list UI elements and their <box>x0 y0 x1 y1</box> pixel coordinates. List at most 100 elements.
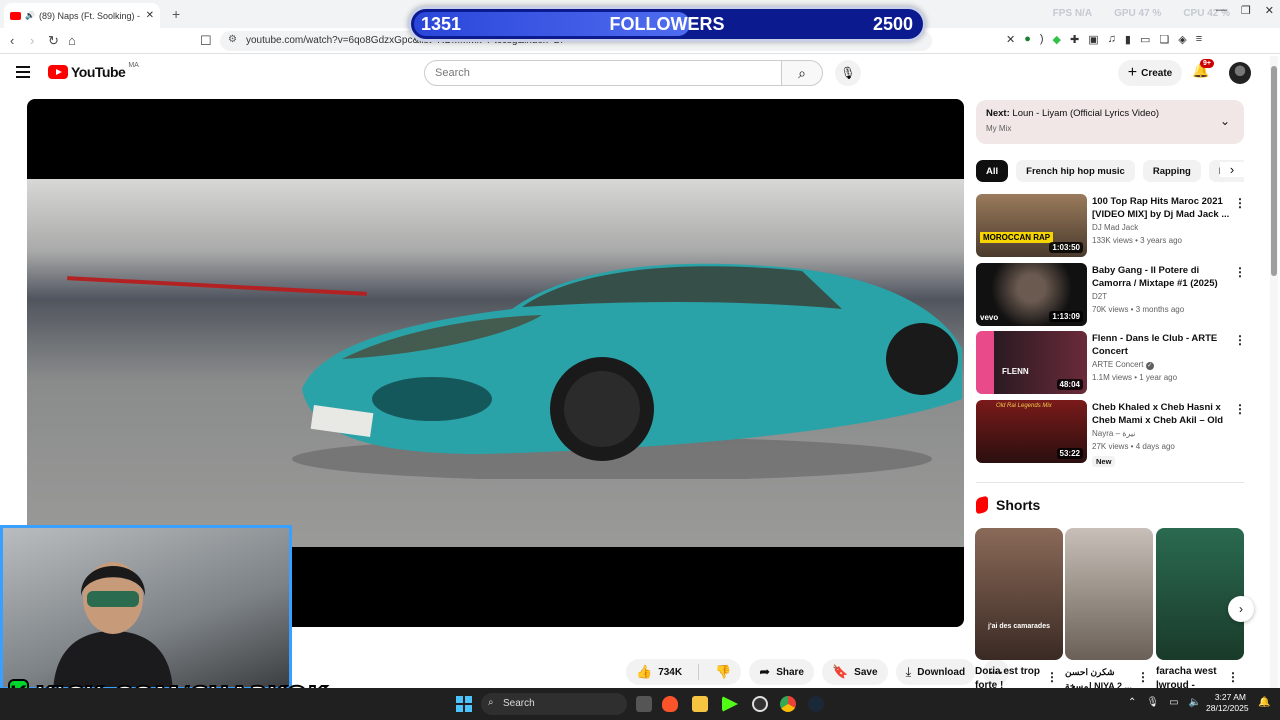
steam-icon[interactable] <box>808 696 824 712</box>
more-vertical-icon[interactable]: ⋮ <box>1137 670 1149 684</box>
video-meta: 27K views • 4 days ago <box>1092 442 1175 451</box>
list-item[interactable]: FLENN 48:04 Flenn - Dans le Club - ARTE … <box>976 331 1246 395</box>
channel-name[interactable]: D2T <box>1092 292 1107 301</box>
wallet-icon[interactable]: ▭ <box>1140 33 1150 46</box>
obs-icon[interactable] <box>752 696 768 712</box>
file-explorer-icon[interactable] <box>692 696 708 712</box>
voice-search-button[interactable]: 🎙 <box>835 60 861 86</box>
windows-start-icon[interactable] <box>456 696 472 712</box>
video-thumbnail[interactable]: MOROCCAN RAP 1:03:50 <box>976 194 1087 257</box>
fps-stat: FPS N/A <box>1052 8 1093 19</box>
video-title[interactable]: Cheb Khaled x Cheb Hasni x Cheb Mami x C… <box>1092 401 1232 427</box>
taskbar-search[interactable]: ⌕ Search <box>481 693 627 715</box>
brave-browser-icon[interactable] <box>662 696 678 712</box>
video-thumbnail[interactable]: Old Rai Legends Mix 53:22 <box>976 400 1087 463</box>
puzzle-extension-icon[interactable]: ✚ <box>1070 33 1079 46</box>
short-thumbnail[interactable] <box>1065 528 1153 660</box>
thumb-label: vevo <box>980 313 999 322</box>
avatar[interactable] <box>1229 62 1251 84</box>
hamburger-menu-icon[interactable] <box>16 66 30 78</box>
new-tab-button[interactable]: + <box>172 6 180 22</box>
notification-center-icon[interactable]: 🔔 <box>1258 697 1270 708</box>
next-up-panel[interactable]: Next: Loun - Liyam (Official Lyrics Vide… <box>976 100 1244 144</box>
volume-icon[interactable]: 🔈 <box>1189 697 1201 708</box>
channel-name[interactable]: Nayra – نيرة <box>1092 429 1135 438</box>
microphone-icon: 🎙 <box>840 66 856 80</box>
channel-name[interactable]: ARTE Concert ✓ <box>1092 360 1154 370</box>
bookmark-icon[interactable]: ☐ <box>200 33 212 49</box>
short-thumbnail[interactable]: j'ai des camarades <box>975 528 1063 660</box>
youtube-logo[interactable]: YouTube MA <box>48 62 139 80</box>
filter-chips: All French hip hop music Rapping Relate <box>976 160 1244 182</box>
more-vertical-icon[interactable]: ⋮ <box>1234 402 1246 416</box>
collections-icon[interactable]: ❏ <box>1159 33 1169 46</box>
chevron-right-icon[interactable]: › <box>1220 162 1244 177</box>
system-tray: ⌃ 🎙 ▭ 🔈 <box>1128 697 1201 708</box>
chip-all[interactable]: All <box>976 160 1009 182</box>
list-item[interactable]: MOROCCAN RAP 1:03:50 100 Top Rap Hits Ma… <box>976 194 1246 258</box>
reload-icon[interactable]: ↻ <box>48 33 59 49</box>
task-view-icon[interactable] <box>636 696 652 712</box>
site-info-icon[interactable]: ⚙ <box>228 34 237 45</box>
wifi-extension-icon[interactable]: ) <box>1040 33 1044 46</box>
dislike-button[interactable]: 👎 <box>705 659 741 685</box>
minimize-icon[interactable]: — <box>1216 4 1227 17</box>
list-item[interactable]: vevo 1:13:09 Baby Gang - Il Potere di Ca… <box>976 263 1246 327</box>
browser-tab[interactable]: 🔊 (89) Naps (Ft. Soolking) - Favi ✕ <box>4 3 160 28</box>
video-title[interactable]: 100 Top Rap Hits Maroc 2021 [VIDEO MIX] … <box>1092 195 1232 221</box>
music-icon[interactable]: ♫ <box>1108 33 1116 46</box>
chip-rapping[interactable]: Rapping <box>1142 160 1201 182</box>
shorts-heading: Shorts <box>976 495 1040 515</box>
short-thumbnail[interactable] <box>1156 528 1244 660</box>
notifications-button[interactable]: 🔔 9+ <box>1192 59 1214 79</box>
x-extension-icon[interactable]: ✕ <box>1006 33 1015 46</box>
tray-overflow-icon[interactable]: ⌃ <box>1128 697 1136 708</box>
more-vertical-icon[interactable]: ⋮ <box>1227 670 1239 684</box>
verified-icon: ✓ <box>1145 362 1154 370</box>
back-icon[interactable]: ‹ <box>10 33 14 48</box>
like-button[interactable]: 👍 734K <box>626 659 692 685</box>
microphone-tray-icon[interactable]: 🎙 <box>1146 697 1159 708</box>
home-icon[interactable]: ⌂ <box>68 33 76 48</box>
screenshot-extension-icon[interactable]: ▣ <box>1088 33 1098 46</box>
close-window-icon[interactable]: ✕ <box>1265 4 1274 17</box>
download-label: Download <box>917 666 966 678</box>
close-tab-icon[interactable]: ✕ <box>146 10 154 21</box>
more-vertical-icon[interactable]: ⋮ <box>1046 670 1058 684</box>
network-icon[interactable]: ▭ <box>1169 697 1178 708</box>
plus-icon: + <box>1127 64 1138 81</box>
channel-name[interactable]: DJ Mad Jack <box>1092 223 1138 232</box>
chip-french-hip-hop[interactable]: French hip hop music <box>1016 160 1135 182</box>
save-button[interactable]: 🔖 Save <box>821 659 888 685</box>
green-extension-icon[interactable]: ● <box>1024 33 1031 46</box>
video-thumbnail[interactable]: vevo 1:13:09 <box>976 263 1087 326</box>
more-vertical-icon[interactable]: ⋮ <box>1234 265 1246 279</box>
more-vertical-icon[interactable]: ⋮ <box>1234 196 1246 210</box>
forward-icon[interactable]: › <box>30 33 34 48</box>
taskbar-clock[interactable]: 3:27 AM 28/12/2025 <box>1206 692 1249 714</box>
share-button[interactable]: ➦ Share <box>749 659 814 685</box>
search-input[interactable]: Search <box>424 60 782 86</box>
kick-app-icon[interactable] <box>722 696 738 712</box>
video-title[interactable]: Flenn - Dans le Club - ARTE Concert <box>1092 332 1232 358</box>
shield-icon[interactable]: ◈ <box>1178 33 1186 46</box>
download-button[interactable]: ⤓ Download <box>895 659 976 685</box>
list-item[interactable]: Old Rai Legends Mix 53:22 Cheb Khaled x … <box>976 400 1246 467</box>
chrome-icon[interactable] <box>780 696 796 712</box>
restore-icon[interactable]: ❐ <box>1241 4 1251 17</box>
perf-stats: FPS N/A GPU 47 % CPU 42 % <box>1053 8 1230 19</box>
channel-name-text: ARTE Concert <box>1092 360 1144 369</box>
chevron-down-icon[interactable]: ⌄ <box>1220 114 1230 128</box>
video-thumbnail[interactable]: FLENN 48:04 <box>976 331 1087 394</box>
search-button[interactable]: ⌕ <box>781 60 823 86</box>
page-scrollbar[interactable] <box>1270 56 1278 688</box>
create-button[interactable]: + Create <box>1118 60 1182 86</box>
shorts-next-button[interactable]: › <box>1228 596 1254 622</box>
browser-menu-icon[interactable]: ≡ <box>1196 33 1202 46</box>
video-title[interactable]: Baby Gang - Il Potere di Camorra / Mixta… <box>1092 264 1232 290</box>
leaf-extension-icon[interactable]: ◆ <box>1053 33 1061 46</box>
sidebar-icon[interactable]: ▮ <box>1125 33 1131 46</box>
scrollbar-thumb[interactable] <box>1271 66 1277 276</box>
more-vertical-icon[interactable]: ⋮ <box>1234 333 1246 347</box>
next-prefix: Next: <box>986 108 1010 119</box>
